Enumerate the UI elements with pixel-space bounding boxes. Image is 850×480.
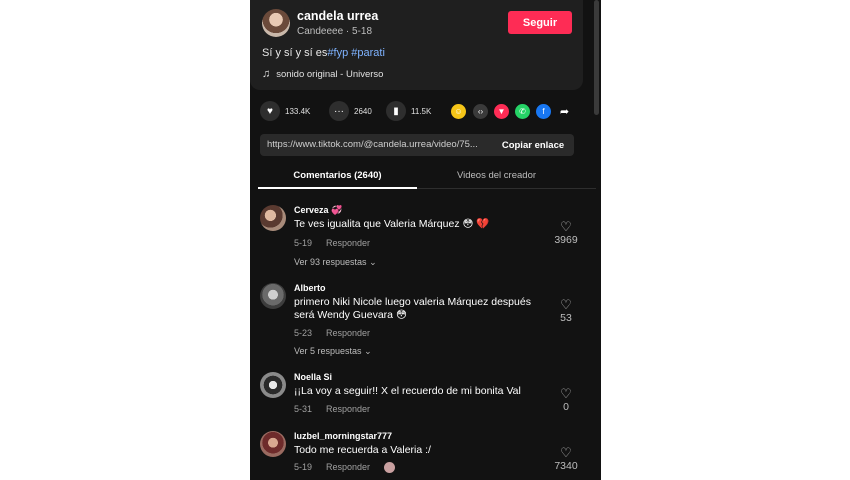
reply-button[interactable]: Responder bbox=[326, 404, 370, 414]
music-label: sonido original - Universo bbox=[276, 68, 384, 80]
hashtag-fyp[interactable]: #fyp bbox=[327, 47, 348, 59]
author-meta: Candeeee · 5-18 bbox=[297, 26, 373, 37]
like-action[interactable]: ♥ 133.4K bbox=[260, 101, 310, 121]
chevron-down-icon: ⌄ bbox=[364, 346, 372, 356]
chevron-down-icon: ⌄ bbox=[369, 257, 377, 267]
comment-text: Te ves igualita que Valeria Márquez 😳 💔 bbox=[294, 218, 490, 230]
creator-liked-avatar bbox=[384, 462, 396, 473]
bookmark-icon: ▮ bbox=[386, 101, 406, 121]
hashtag-parati[interactable]: #parati bbox=[351, 47, 385, 59]
tabs-bar: Comentarios (2640) Videos del creador bbox=[258, 165, 596, 189]
heart-outline-icon: ♡ bbox=[560, 219, 572, 234]
active-tab-indicator bbox=[258, 187, 417, 189]
whatsapp-icon[interactable]: ✆ bbox=[515, 104, 530, 119]
comment-like[interactable]: ♡ 53 bbox=[550, 297, 582, 325]
view-replies-link[interactable]: Ver 93 respuestas ⌄ bbox=[294, 257, 377, 268]
follow-button[interactable]: Seguir bbox=[508, 11, 572, 34]
comment-like[interactable]: ♡ 7340 bbox=[550, 445, 582, 473]
comment-username[interactable]: Cerveza 💞 bbox=[294, 205, 342, 216]
comment-count: 2640 bbox=[354, 106, 372, 116]
comment-date: 5-31 bbox=[294, 404, 313, 414]
username-text: Cerveza bbox=[294, 205, 329, 215]
comment-like-count: 3969 bbox=[554, 234, 578, 246]
heart-outline-icon: ♡ bbox=[560, 445, 572, 460]
tab-creator-videos[interactable]: Videos del creador bbox=[417, 170, 576, 181]
video-detail-panel: candela urrea Candeeee · 5-18 Seguir Sí … bbox=[250, 0, 601, 480]
tab-comments[interactable]: Comentarios (2640) bbox=[258, 170, 417, 181]
like-count: 133.4K bbox=[285, 106, 311, 116]
comment-text: Todo me recuerda a Valeria :/ bbox=[294, 444, 431, 456]
scrollbar-thumb[interactable] bbox=[594, 0, 599, 115]
save-action[interactable]: ▮ 11.5K bbox=[386, 101, 431, 121]
username-emoji: 💞 bbox=[331, 205, 343, 215]
avatar[interactable] bbox=[260, 283, 286, 309]
comment-icon: ··· bbox=[329, 101, 349, 121]
comment-username[interactable]: Alberto bbox=[294, 283, 326, 293]
reply-button[interactable]: Responder bbox=[326, 462, 370, 473]
avatar[interactable] bbox=[260, 372, 286, 398]
comment-meta: 5-31 Responder bbox=[294, 404, 370, 414]
comment-username[interactable]: Noella Si bbox=[294, 372, 332, 382]
comment-text: ¡¡La voy a seguir!! X el recuerdo de mi … bbox=[294, 385, 521, 397]
facebook-icon[interactable]: f bbox=[536, 104, 551, 119]
view-replies-link[interactable]: Ver 5 respuestas ⌄ bbox=[294, 346, 372, 357]
music-info[interactable]: ♫ sonido original - Universo bbox=[262, 68, 383, 80]
friends-icon[interactable]: ☺ bbox=[451, 104, 466, 119]
video-link-box: https://www.tiktok.com/@candela.urrea/vi… bbox=[260, 134, 574, 156]
video-info-card: candela urrea Candeeee · 5-18 Seguir Sí … bbox=[250, 0, 583, 90]
view-replies-text: Ver 93 respuestas bbox=[294, 257, 367, 267]
comment-like-count: 53 bbox=[560, 312, 572, 324]
view-replies-text: Ver 5 respuestas bbox=[294, 346, 362, 356]
comment-like[interactable]: ♡ 3969 bbox=[550, 219, 582, 247]
comment-date: 5-19 bbox=[294, 462, 313, 472]
reply-button[interactable]: Responder bbox=[326, 328, 370, 338]
heart-icon: ♥ bbox=[260, 101, 280, 121]
action-bar: ♥ 133.4K ··· 2640 ▮ 11.5K ☺ ‹› ▼ ✆ f ➦ bbox=[260, 101, 585, 123]
embed-icon[interactable]: ‹› bbox=[473, 104, 488, 119]
caption-text: Sí y sí y sí es bbox=[262, 47, 328, 59]
author-name[interactable]: candela urrea bbox=[297, 9, 378, 23]
heart-outline-icon: ♡ bbox=[560, 297, 572, 312]
save-count: 11.5K bbox=[411, 106, 432, 116]
reply-button[interactable]: Responder bbox=[326, 238, 370, 248]
copy-link-button[interactable]: Copiar enlace bbox=[492, 134, 574, 156]
comment-username[interactable]: luzbel_morningstar777 bbox=[294, 431, 392, 441]
send-icon[interactable]: ▼ bbox=[494, 104, 509, 119]
comment-like-count: 7340 bbox=[554, 460, 578, 472]
share-arrow-icon[interactable]: ➦ bbox=[557, 104, 572, 119]
comment-action[interactable]: ··· 2640 bbox=[329, 101, 372, 121]
avatar[interactable] bbox=[260, 205, 286, 231]
comment-meta: 5-19 Responder bbox=[294, 238, 370, 248]
comment-text: primero Niki Nicole luego valeria Márque… bbox=[294, 296, 531, 321]
author-avatar[interactable] bbox=[262, 9, 290, 37]
comment-meta: 5-23 Responder bbox=[294, 328, 370, 338]
heart-outline-icon: ♡ bbox=[560, 386, 572, 401]
comment-like[interactable]: ♡ 0 bbox=[550, 386, 582, 414]
comment-date: 5-23 bbox=[294, 328, 313, 338]
avatar[interactable] bbox=[260, 431, 286, 457]
music-note-icon: ♫ bbox=[262, 68, 271, 80]
comment-like-count: 0 bbox=[563, 401, 569, 413]
video-caption: Sí y sí y sí es#fyp #parati bbox=[262, 47, 385, 59]
comment-meta: 5-19 Responder bbox=[294, 462, 396, 473]
video-link-url[interactable]: https://www.tiktok.com/@candela.urrea/vi… bbox=[267, 139, 489, 150]
comment-date: 5-19 bbox=[294, 238, 313, 248]
